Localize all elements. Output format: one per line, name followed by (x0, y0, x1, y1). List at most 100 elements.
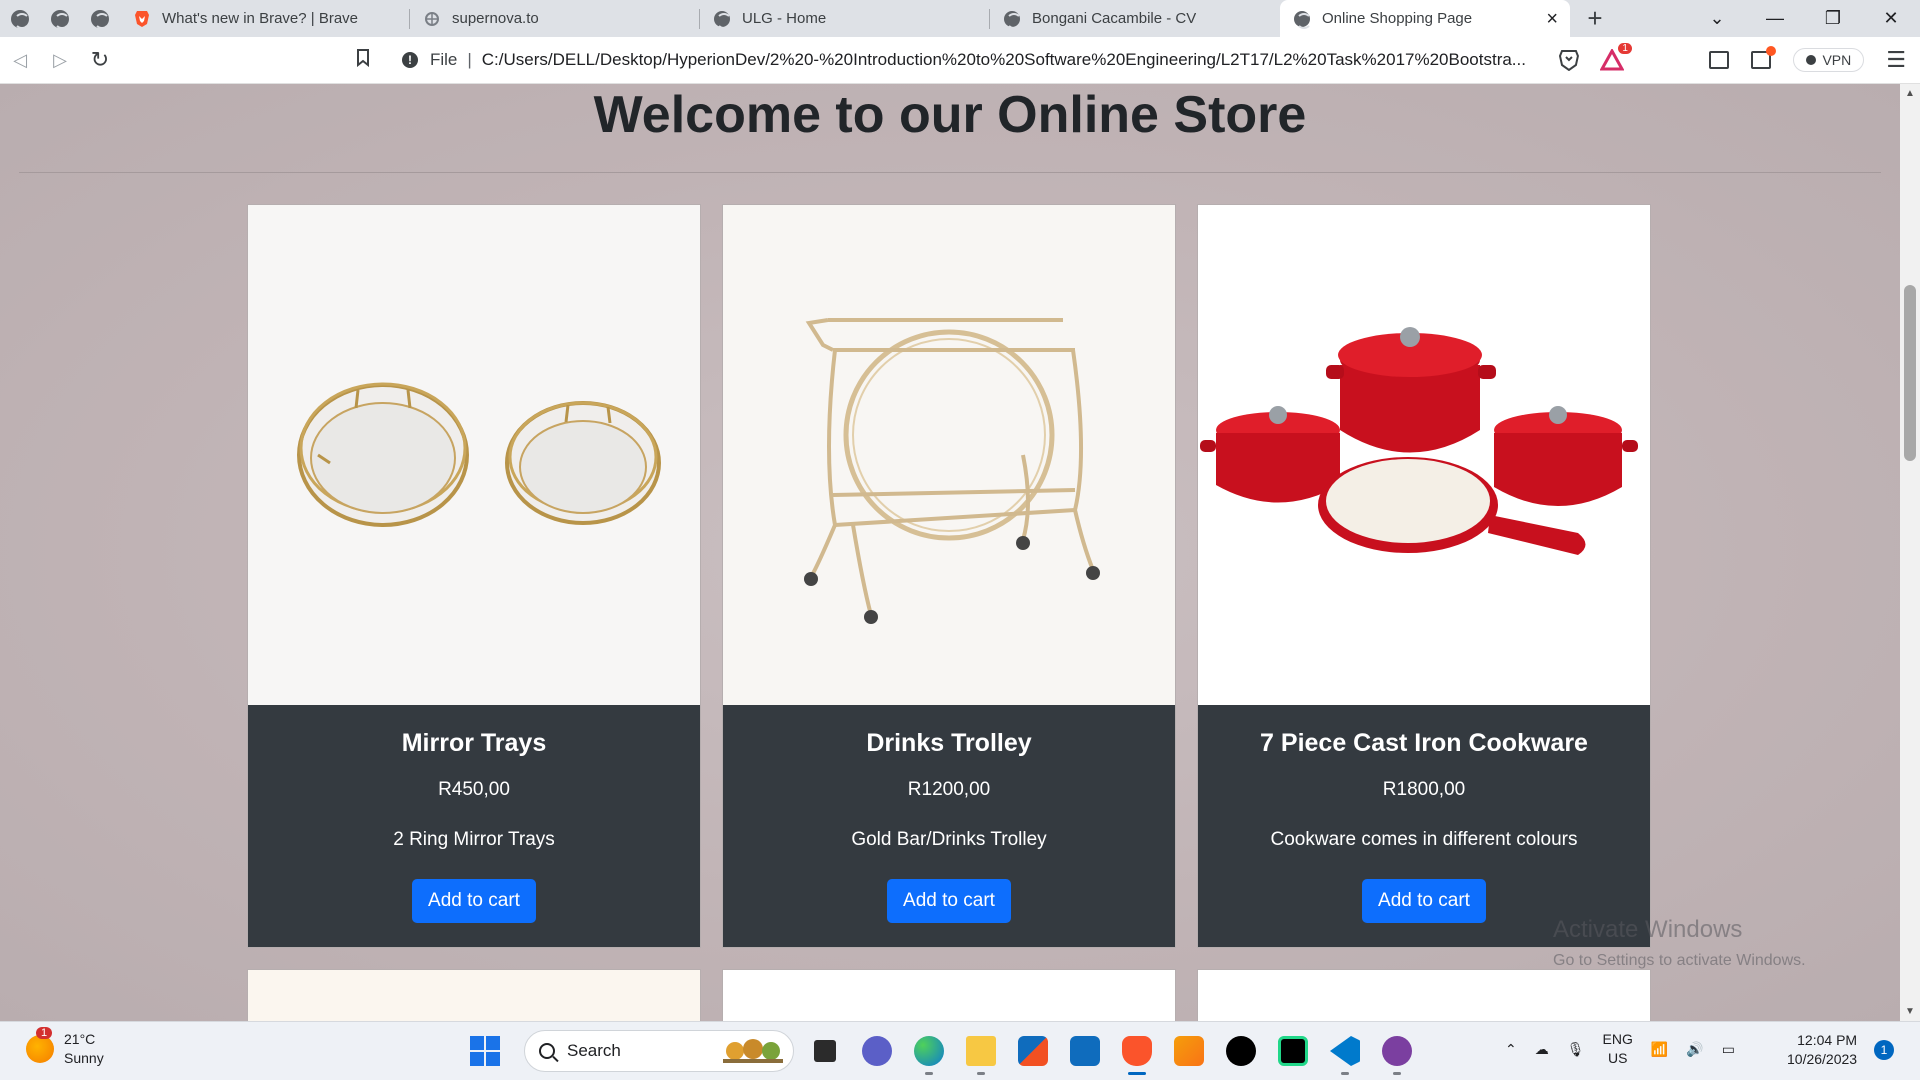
taskbar-clock[interactable]: 12:04 PM 10/26/2023 (1787, 1031, 1857, 1069)
sun-icon: 1 (26, 1027, 54, 1063)
tab-title: What's new in Brave? | Brave (162, 10, 359, 27)
tab-title: Bongani Cacambile - CV (1032, 10, 1197, 27)
wallet-icon[interactable] (1751, 46, 1777, 69)
brave-rewards-icon[interactable]: 1 (1599, 43, 1632, 71)
product-image-mirror-trays (248, 205, 700, 705)
scroll-down-arrow-icon[interactable]: ▼ (1900, 1006, 1920, 1017)
vpn-status-icon (1806, 55, 1817, 65)
search-highlight-icon (723, 1039, 783, 1063)
taskbar-apps: Search (470, 1030, 1418, 1075)
notification-badge[interactable]: 1 (1874, 1040, 1894, 1060)
product-name: 7 Piece Cast Iron Cookware (1260, 729, 1588, 757)
product-card-partial (247, 969, 701, 1021)
pinned-tab-2[interactable] (40, 0, 80, 37)
brave-shields-icon[interactable] (1558, 49, 1580, 71)
page-title: Welcome to our Online Store (593, 86, 1307, 144)
product-price: R450,00 (438, 779, 510, 800)
address-bar[interactable]: ! File | C:/Users/DELL/Desktop/HyperionD… (388, 42, 1632, 78)
product-name: Drinks Trolley (866, 729, 1032, 757)
title-divider (19, 172, 1881, 173)
tab-title: ULG - Home (742, 10, 827, 27)
volume-icon[interactable]: 🔊 (1686, 1041, 1703, 1058)
rewards-badge: 1 (1618, 43, 1632, 54)
menu-icon[interactable]: ☰ (1886, 47, 1906, 73)
app-running-indicator (925, 1072, 933, 1075)
tab-online-shopping[interactable]: Online Shopping Page × (1280, 0, 1570, 37)
tab-supernova[interactable]: supernova.to (410, 0, 700, 37)
supernova-icon (425, 11, 439, 26)
media-player-icon[interactable] (1168, 1030, 1210, 1072)
product-card-partial (1197, 969, 1651, 1021)
globe-icon (714, 10, 732, 29)
onedrive-icon[interactable]: ☁ (1535, 1041, 1549, 1058)
watermark-subtitle: Go to Settings to activate Windows. (1553, 952, 1806, 969)
minimize-button[interactable]: — (1746, 8, 1804, 29)
weather-condition: Sunny (64, 1050, 104, 1066)
tab-whats-new-brave[interactable]: What's new in Brave? | Brave (120, 0, 410, 37)
product-image-drinks-trolley (723, 205, 1175, 705)
tab-ulg-home[interactable]: ULG - Home (700, 0, 990, 37)
new-tab-button[interactable]: + (1570, 0, 1620, 37)
pinned-tab-1[interactable] (0, 0, 40, 37)
close-window-button[interactable]: ✕ (1862, 8, 1920, 29)
app-active-indicator (1128, 1072, 1146, 1075)
tab-search-chevron-icon[interactable]: ⌄ (1688, 8, 1746, 29)
show-hidden-icons-chevron-icon[interactable]: ⌃ (1505, 1041, 1517, 1058)
activate-windows-watermark: Activate Windows Go to Settings to activ… (1553, 916, 1806, 970)
product-card: Drinks Trolley R1200,00 Gold Bar/Drinks … (722, 204, 1176, 948)
product-price: R1800,00 (1382, 779, 1466, 800)
mail-icon[interactable] (1064, 1030, 1106, 1072)
product-name: Mirror Trays (401, 729, 547, 757)
pinned-tab-3[interactable] (80, 0, 120, 37)
start-button[interactable] (470, 1036, 500, 1066)
scrollbar-thumb[interactable] (1904, 285, 1916, 461)
brave-taskbar-icon[interactable] (1116, 1030, 1158, 1075)
wifi-icon[interactable]: 📶 (1651, 1041, 1668, 1058)
language-indicator[interactable]: ENG US (1603, 1030, 1633, 1068)
restore-button[interactable]: ❐ (1804, 8, 1862, 29)
microphone-icon[interactable]: 🎙 (1567, 1041, 1585, 1058)
github-desktop-icon[interactable] (1376, 1030, 1418, 1075)
product-image-cookware (1198, 205, 1650, 705)
reload-button[interactable]: ↻ (80, 47, 120, 73)
pycharm-icon[interactable] (1272, 1030, 1314, 1072)
brave-lion-icon (135, 10, 149, 27)
product-description: Cookware comes in different colours (1270, 829, 1578, 850)
back-button[interactable]: ◁ (0, 50, 40, 71)
app-running-indicator (977, 1072, 985, 1075)
page-scrollbar[interactable]: ▲ ▼ (1900, 84, 1920, 1021)
url-text[interactable]: C:/Users/DELL/Desktop/HyperionDev/2%20-%… (482, 50, 1538, 70)
info-icon[interactable]: ! (402, 52, 418, 68)
weather-widget[interactable]: 1 21°C Sunny (26, 1027, 104, 1068)
vscode-icon[interactable] (1324, 1030, 1366, 1075)
search-placeholder: Search (567, 1041, 621, 1060)
vpn-button[interactable]: VPN (1793, 48, 1865, 72)
globe-icon (91, 9, 110, 29)
edge-icon[interactable] (908, 1030, 950, 1075)
vpn-label: VPN (1822, 52, 1852, 68)
add-to-cart-button[interactable]: Add to cart (1362, 879, 1486, 923)
tab-cv[interactable]: Bongani Cacambile - CV (990, 0, 1280, 37)
microsoft-store-icon[interactable] (1012, 1030, 1054, 1072)
product-description: 2 Ring Mirror Trays (393, 829, 555, 850)
tiktok-icon[interactable] (1220, 1030, 1262, 1072)
task-view-icon[interactable] (804, 1030, 846, 1072)
tab-title: Online Shopping Page (1322, 10, 1473, 27)
add-to-cart-button[interactable]: Add to cart (887, 879, 1011, 923)
bookmark-icon[interactable] (338, 48, 388, 72)
close-tab-icon[interactable]: × (1546, 9, 1558, 29)
language-line-1: ENG (1602, 1031, 1633, 1047)
weather-temperature: 21°C (64, 1031, 96, 1047)
tab-strip: What's new in Brave? | Brave supernova.t… (0, 0, 1920, 37)
battery-icon[interactable]: ▭ (1722, 1041, 1735, 1058)
taskbar-search[interactable]: Search (524, 1030, 794, 1072)
scroll-up-arrow-icon[interactable]: ▲ (1900, 88, 1920, 99)
globe-icon (1004, 10, 1022, 29)
file-explorer-icon[interactable] (960, 1030, 1002, 1075)
forward-button[interactable]: ▷ (40, 50, 80, 71)
sidebar-icon[interactable] (1709, 51, 1730, 69)
windows-taskbar: 1 21°C Sunny Search ⌃ ☁ 🎙 ENG US 📶 🔊 ▭ 1… (0, 1021, 1920, 1080)
add-to-cart-button[interactable]: Add to cart (412, 879, 536, 923)
teams-chat-icon[interactable] (856, 1030, 898, 1072)
page-viewport: Welcome to our Online Store Mirror Trays… (0, 84, 1900, 1021)
